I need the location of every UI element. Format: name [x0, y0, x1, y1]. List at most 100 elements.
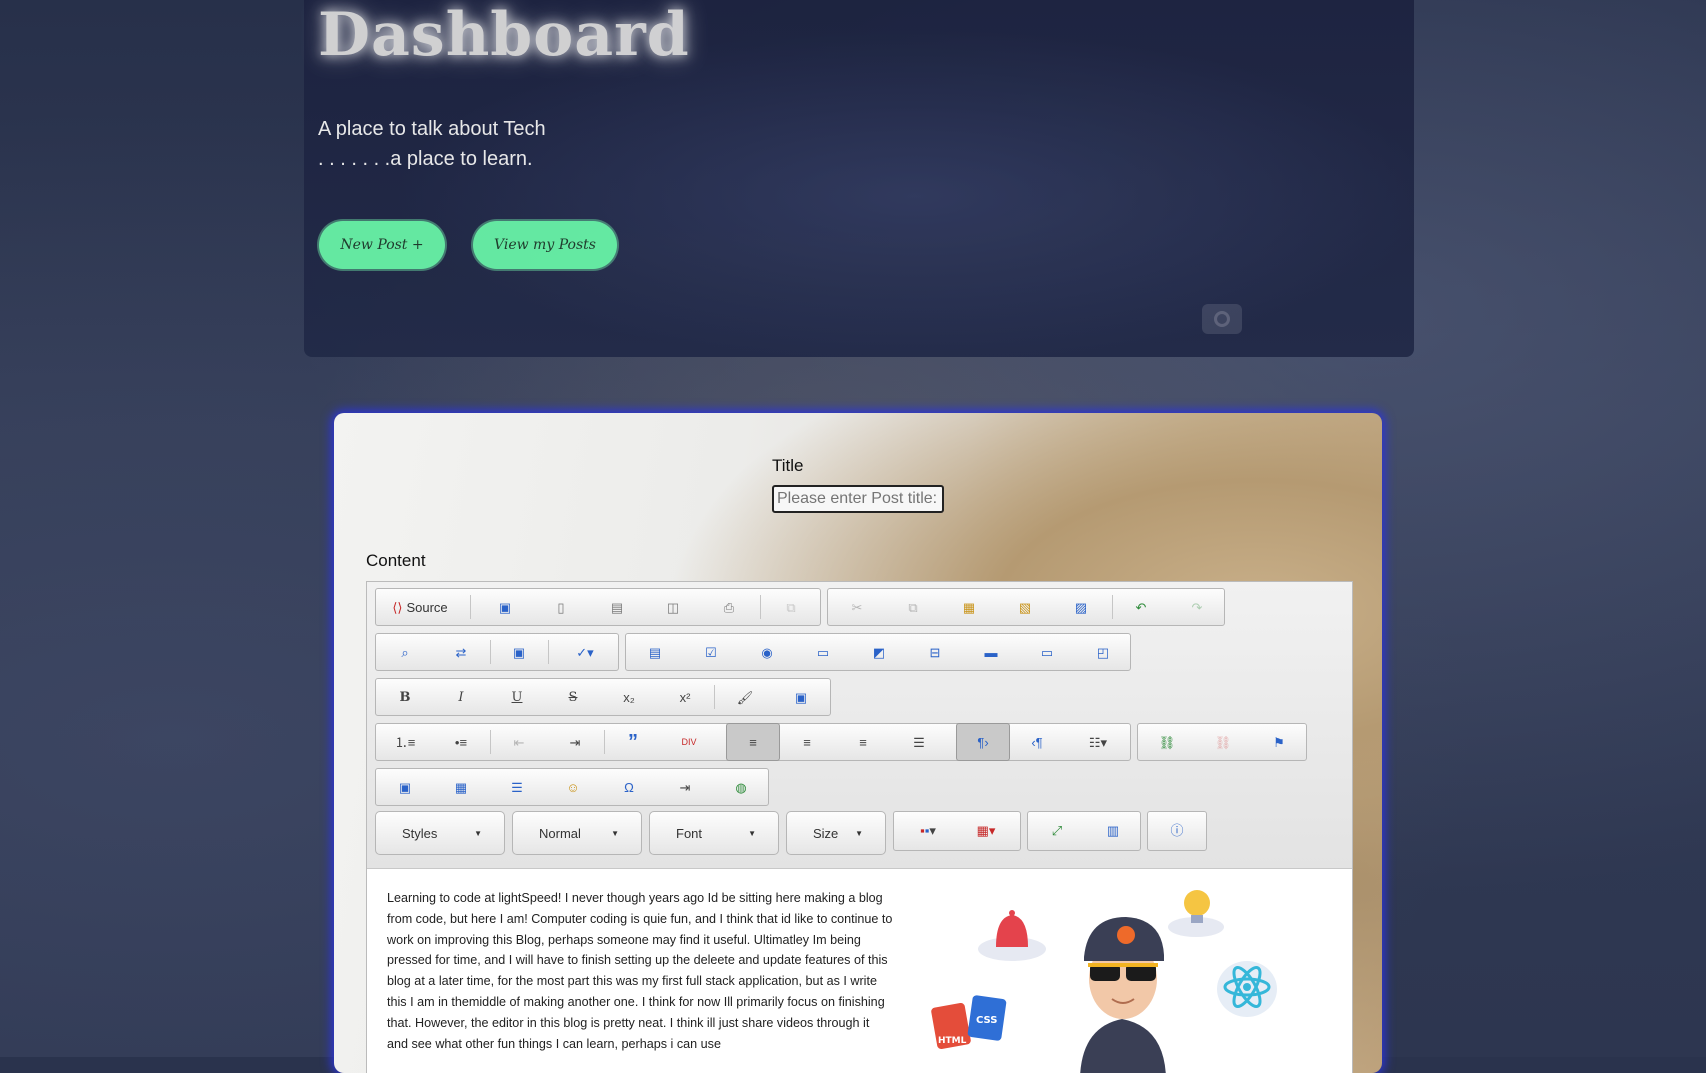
copy-button[interactable]: ⧉: [890, 591, 936, 623]
content-label: Content: [366, 551, 426, 570]
select-field-button[interactable]: ⊟: [912, 636, 958, 668]
chevron-down-icon: ▼: [855, 828, 863, 838]
toolbar-group-forms: ▤ ☑ ◉ ▭ ◩ ⊟ ▬ ▭ ◰: [625, 633, 1131, 671]
language-button[interactable]: ☷▾: [1070, 726, 1126, 758]
chevron-down-icon: ▼: [748, 828, 756, 838]
text-field-button[interactable]: ▭: [800, 636, 846, 668]
link-button[interactable]: ⛓: [1144, 726, 1190, 758]
preview-button[interactable]: ◫: [650, 591, 696, 623]
new-post-button[interactable]: New Post +: [319, 221, 445, 269]
strikethrough-button[interactable]: S: [550, 681, 596, 713]
underline-icon: U: [511, 689, 523, 705]
brush-icon: 🖌: [736, 689, 754, 705]
paste-word-button[interactable]: ▨: [1058, 591, 1104, 623]
indent-button[interactable]: ⇥: [552, 726, 598, 758]
link-icon: ⛓: [1158, 734, 1176, 750]
image-button[interactable]: ▣: [382, 771, 428, 803]
developer-illustration: HTML CSS: [931, 890, 1277, 1073]
page-break-icon: ⇥: [679, 779, 691, 795]
radio-button[interactable]: ◉: [744, 636, 790, 668]
size-label: Size: [813, 825, 839, 841]
post-title-input[interactable]: [772, 485, 944, 513]
replace-button[interactable]: ⇄: [438, 636, 484, 668]
toolbar-separator: [1112, 595, 1113, 619]
image-button-icon: ▭: [1040, 644, 1054, 660]
table-button[interactable]: ▦: [438, 771, 484, 803]
copy-formatting-button[interactable]: 🖌: [722, 681, 768, 713]
find-button[interactable]: ⌕: [382, 636, 428, 668]
bold-icon: B: [399, 689, 411, 705]
source-icon: ⟨⟩: [392, 599, 403, 615]
text-direction-ltr-button[interactable]: ¶›: [956, 723, 1010, 761]
paste-text-button[interactable]: ▧: [1002, 591, 1048, 623]
align-left-button[interactable]: ≡: [726, 723, 780, 761]
toolbar-group-clipboard: ✂ ⧉ ▦ ▧ ▨ ↶ ↷: [827, 588, 1225, 626]
templates-button[interactable]: ⧉: [768, 591, 814, 623]
undo-button[interactable]: ↶: [1118, 591, 1164, 623]
paste-button[interactable]: ▦: [946, 591, 992, 623]
spellcheck-button[interactable]: ✓▾: [556, 636, 614, 668]
font-dropdown[interactable]: Font ▼: [649, 811, 779, 855]
form-button[interactable]: ▤: [632, 636, 678, 668]
copy-icon: ⧉: [908, 599, 918, 615]
maximize-button[interactable]: ⤢: [1034, 814, 1080, 846]
text-direction-rtl-button[interactable]: ‹¶: [1014, 726, 1060, 758]
background-color-button[interactable]: ▦▾: [958, 814, 1014, 846]
hidden-field-button[interactable]: ◰: [1080, 636, 1126, 668]
redo-button[interactable]: ↷: [1174, 591, 1220, 623]
anchor-button[interactable]: ⚑: [1256, 726, 1302, 758]
cut-button[interactable]: ✂: [834, 591, 880, 623]
source-button[interactable]: ⟨⟩ Source: [384, 591, 456, 623]
bulleted-list-button[interactable]: •≡: [438, 726, 484, 758]
bold-button[interactable]: B: [382, 681, 428, 713]
rich-text-editor: ⟨⟩ Source ▣ ▯ ▤ ◫ ⎙ ⧉ ✂ ⧉ ▦ ▧ ▨ ↶ ↷ ⌕ ⇄ …: [366, 581, 1353, 1073]
form-button-button[interactable]: ▬: [968, 636, 1014, 668]
subscript-button[interactable]: x₂: [606, 681, 652, 713]
blockquote-button[interactable]: ”: [610, 726, 656, 758]
sunglasses-icon: [1088, 963, 1158, 967]
align-right-button[interactable]: ≡: [840, 726, 886, 758]
view-posts-button[interactable]: View my Posts: [473, 221, 617, 269]
size-dropdown[interactable]: Size ▼: [786, 811, 886, 855]
about-button[interactable]: ⓘ: [1154, 814, 1200, 846]
hero-banner: Dashboard A place to talk about Tech . .…: [304, 0, 1414, 357]
select-all-button[interactable]: ▣: [496, 636, 542, 668]
align-center-button[interactable]: ≡: [784, 726, 830, 758]
styles-dropdown[interactable]: Styles ▼: [375, 811, 505, 855]
export-pdf-button[interactable]: ▤: [594, 591, 640, 623]
numbered-list-button[interactable]: ⒈≡: [382, 726, 428, 758]
remove-format-button[interactable]: ▣: [778, 681, 824, 713]
italic-button[interactable]: I: [438, 681, 484, 713]
justify-button[interactable]: ☰: [896, 726, 942, 758]
outdent-button[interactable]: ⇤: [496, 726, 542, 758]
new-post-form: Title Content ⟨⟩ Source ▣ ▯ ▤ ◫ ⎙ ⧉ ✂: [334, 413, 1382, 1073]
image-button-button[interactable]: ▭: [1024, 636, 1070, 668]
camera-icon: [1202, 304, 1242, 334]
iframe-button[interactable]: ◍: [718, 771, 764, 803]
horizontal-rule-button[interactable]: ☰: [494, 771, 540, 803]
page-break-button[interactable]: ⇥: [662, 771, 708, 803]
paste-text-icon: ▧: [1018, 599, 1032, 615]
unlink-button[interactable]: ⛓: [1200, 726, 1246, 758]
format-dropdown[interactable]: Normal ▼: [512, 811, 642, 855]
create-div-button[interactable]: DIV: [666, 726, 712, 758]
underline-button[interactable]: U: [494, 681, 540, 713]
info-icon: ⓘ: [1170, 822, 1184, 838]
find-icon: ⌕: [401, 644, 409, 660]
subscript-icon: x₂: [623, 689, 635, 705]
print-button[interactable]: ⎙: [706, 591, 752, 623]
post-body-text[interactable]: Learning to code at lightSpeed! I never …: [387, 888, 893, 1054]
show-blocks-icon: ▥: [1106, 822, 1120, 838]
editor-content-area[interactable]: Learning to code at lightSpeed! I never …: [367, 869, 1352, 1073]
checkbox-button[interactable]: ☑: [688, 636, 734, 668]
new-page-button[interactable]: ▯: [538, 591, 584, 623]
smiley-button[interactable]: ☺: [550, 771, 596, 803]
superscript-button[interactable]: x²: [662, 681, 708, 713]
show-blocks-button[interactable]: ▥: [1090, 814, 1136, 846]
save-button[interactable]: ▣: [482, 591, 528, 623]
textarea-button[interactable]: ◩: [856, 636, 902, 668]
special-char-button[interactable]: Ω: [606, 771, 652, 803]
text-color-button[interactable]: ▪▪▾: [900, 814, 956, 846]
save-icon: ▣: [498, 599, 512, 615]
quote-icon: ”: [628, 731, 638, 753]
